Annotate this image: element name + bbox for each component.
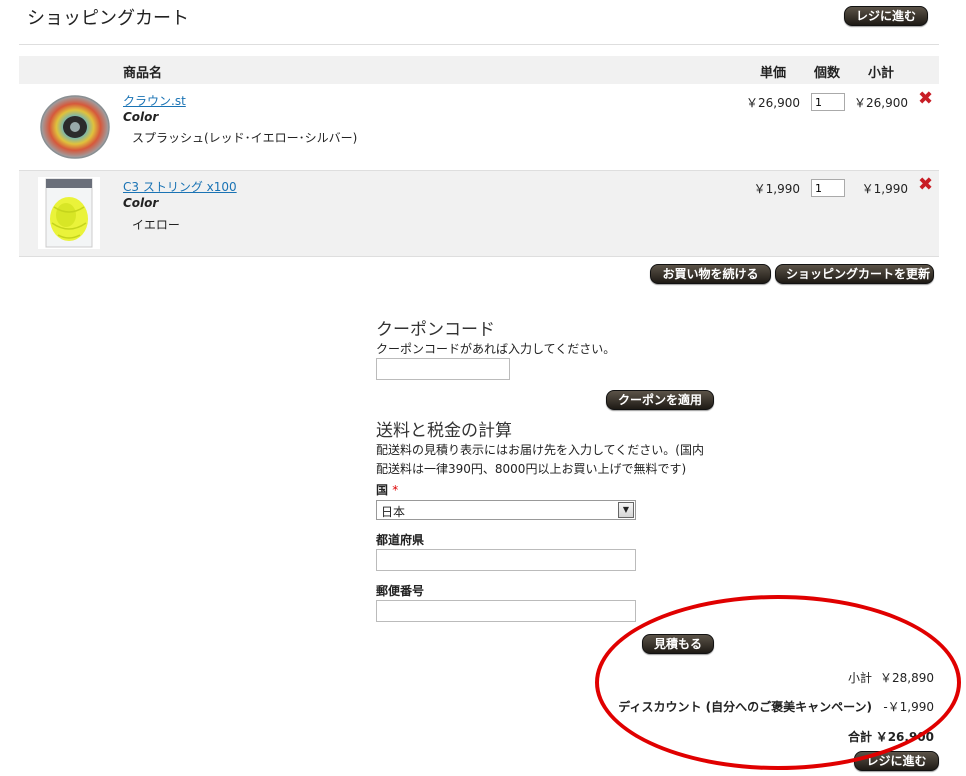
shipping-description-line2: 配送料は一律390円、8000円以上お買い上げで無料です) <box>376 462 687 476</box>
qty-input[interactable] <box>811 93 845 111</box>
update-cart-button[interactable]: ショッピングカートを更新 <box>775 264 934 284</box>
subtotal-label: 小計 <box>847 671 872 685</box>
continue-shopping-button[interactable]: お買い物を続ける <box>650 264 771 284</box>
checkout-button-bottom[interactable]: レジに進む <box>854 751 939 771</box>
column-header-unit-price: 単価 <box>760 66 787 81</box>
postcode-label: 郵便番号 <box>376 584 425 598</box>
remove-item-icon[interactable]: ✖ <box>918 176 933 194</box>
option-value-color: スプラッシュ(レッド･イエロー･シルバー) <box>132 131 358 145</box>
option-value-color: イエロー <box>132 218 180 232</box>
required-mark: * <box>392 483 399 497</box>
column-header-subtotal: 小計 <box>868 66 895 81</box>
row-subtotal: ￥26,900 <box>854 96 908 110</box>
unit-price: ￥26,900 <box>746 96 800 110</box>
header-divider <box>19 44 939 45</box>
row-subtotal: ￥1,990 <box>861 182 908 196</box>
estimate-button[interactable]: 見積もる <box>642 634 714 654</box>
column-header-product: 商品名 <box>123 66 163 81</box>
remove-item-icon[interactable]: ✖ <box>918 90 933 108</box>
option-label-color: Color <box>123 110 159 124</box>
product-link-c3-string[interactable]: C3 ストリング x100 <box>123 178 237 195</box>
grand-total-label: 合計 <box>847 730 872 744</box>
country-select-value: 日本 <box>381 505 406 519</box>
option-label-color: Color <box>123 196 159 210</box>
country-label-text: 国 <box>376 483 389 497</box>
region-label: 都道府県 <box>376 533 425 547</box>
shipping-description-line1: 配送料の見積り表示にはお届け先を入力してください。(国内 <box>376 443 704 457</box>
region-input[interactable] <box>376 549 636 571</box>
page-title: ショッピングカート <box>27 8 189 29</box>
discount-value: -￥1,990 <box>883 700 934 714</box>
shipping-title: 送料と税金の計算 <box>376 421 512 441</box>
unit-price: ￥1,990 <box>753 182 800 196</box>
country-select[interactable]: 日本 ▼ <box>376 500 636 520</box>
coupon-title: クーポンコード <box>376 320 495 340</box>
grand-total-value: ￥26,900 <box>875 730 934 744</box>
chevron-down-icon[interactable]: ▼ <box>618 502 634 518</box>
subtotal-value: ￥28,890 <box>880 671 934 685</box>
postcode-input[interactable] <box>376 600 636 622</box>
coupon-description: クーポンコードがあれば入力してください。 <box>376 342 616 356</box>
coupon-code-input[interactable] <box>376 358 510 380</box>
column-header-qty: 個数 <box>814 66 841 81</box>
apply-coupon-button[interactable]: クーポンを適用 <box>606 390 714 410</box>
product-image-string[interactable] <box>38 177 100 249</box>
qty-input[interactable] <box>811 179 845 197</box>
table-bottom-divider <box>19 256 939 257</box>
product-link-crown[interactable]: クラウン.st <box>123 92 186 109</box>
product-image-yoyo[interactable] <box>38 94 112 160</box>
country-label: 国 * <box>376 481 398 498</box>
checkout-button-top[interactable]: レジに進む <box>844 6 928 26</box>
discount-label: ディスカウント (自分へのご褒美キャンペーン) <box>618 700 872 714</box>
